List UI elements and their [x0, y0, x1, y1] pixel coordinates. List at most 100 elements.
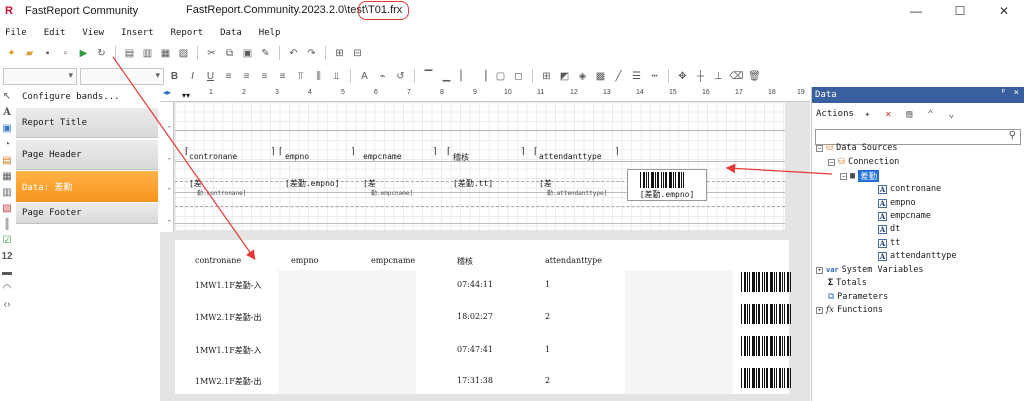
menu-file[interactable]: File	[5, 28, 27, 38]
tree-field[interactable]: A tt	[878, 238, 900, 248]
valign-middle-icon[interactable]: ⫼	[311, 69, 326, 84]
actions-menu[interactable]: Actions	[816, 109, 854, 119]
border-left-icon[interactable]: ▏	[457, 69, 472, 84]
tree-field[interactable]: A empcname	[878, 211, 931, 221]
tree-totals[interactable]: Σ Totals	[828, 278, 867, 288]
collapse-icon[interactable]: −	[828, 158, 835, 166]
menu-edit[interactable]: Edit	[44, 28, 66, 38]
format-painter-icon[interactable]: ✎	[258, 46, 273, 61]
code-object-icon[interactable]: ‹›	[1, 298, 14, 311]
open-icon[interactable]: ▰	[22, 46, 37, 61]
band-page-header[interactable]: Page Header	[16, 140, 158, 170]
text-object-icon[interactable]: A	[1, 106, 14, 119]
align-left-icon[interactable]: ≡	[221, 69, 236, 84]
menu-view[interactable]: View	[82, 28, 104, 38]
line-style-icon[interactable]: ┅	[647, 69, 662, 84]
move-icon[interactable]: ✥	[675, 69, 690, 84]
maximize-button[interactable]: ☐	[952, 3, 968, 19]
menu-insert[interactable]: Insert	[121, 28, 154, 38]
border-all-icon[interactable]: ▢	[493, 69, 508, 84]
redo-icon[interactable]: ↷	[304, 46, 319, 61]
subreport-object-icon[interactable]: ▤	[1, 154, 14, 167]
ungroup-icon[interactable]: ⊟	[350, 46, 365, 61]
delete-page-icon[interactable]: ▦	[158, 46, 173, 61]
style-combo[interactable]	[3, 67, 77, 85]
font-color-icon[interactable]: A	[357, 69, 372, 84]
tree-system-variables[interactable]: + var System Variables	[816, 265, 924, 275]
tree-functions[interactable]: + fx Functions	[816, 305, 883, 315]
numeric-object-icon[interactable]: 12	[1, 250, 14, 263]
delete-icon[interactable]: 🗑	[747, 69, 762, 84]
tree-field[interactable]: A dt	[878, 224, 900, 234]
tree-data-sources[interactable]: − ⛁ Data Sources	[816, 143, 898, 153]
header-empcname[interactable]: empcname	[363, 152, 402, 161]
shape-object-icon[interactable]: ◔	[1, 138, 14, 151]
fill-color-icon[interactable]: ◈	[575, 69, 590, 84]
configure-bands-button[interactable]: Configure bands...	[16, 88, 158, 106]
tree-field[interactable]: A contronane	[878, 184, 941, 194]
minimize-button[interactable]: —	[908, 3, 924, 19]
font-combo[interactable]	[80, 67, 164, 85]
group-icon[interactable]: ⊞	[332, 46, 347, 61]
paste-icon[interactable]: ▣	[240, 46, 255, 61]
new-report-icon[interactable]: ✦	[4, 46, 19, 61]
border-top-icon[interactable]: ▔	[421, 69, 436, 84]
picture-object-icon[interactable]: ▣	[1, 122, 14, 135]
header-empno[interactable]: empno	[285, 152, 309, 161]
barcode-object[interactable]: [差勤.empno]	[627, 169, 707, 201]
pointer-icon[interactable]: ↖	[1, 90, 14, 103]
menu-report[interactable]: Report	[171, 28, 204, 38]
tree-connection[interactable]: − ⛁ Connection	[828, 157, 899, 167]
new-datasource-icon[interactable]: ✦	[860, 107, 875, 122]
pattern-icon[interactable]: ▩	[593, 69, 608, 84]
new-page-icon[interactable]: ▤	[122, 46, 137, 61]
tree-parameters[interactable]: ⧉ Parameters	[828, 292, 888, 302]
header-contronane[interactable]: contronane	[189, 152, 237, 161]
barcode-object-icon[interactable]: ║	[1, 218, 14, 231]
refresh-icon[interactable]: ↻	[94, 46, 109, 61]
collapse-icon[interactable]: −	[840, 172, 847, 180]
border-bottom-icon[interactable]: ▁	[439, 69, 454, 84]
pin-icon[interactable]: ᵖ	[1001, 88, 1006, 98]
copy-page-icon[interactable]: ▥	[140, 46, 155, 61]
justify-icon[interactable]: ≡	[275, 69, 290, 84]
underline-icon[interactable]: U	[203, 69, 218, 84]
gauge-object-icon[interactable]: ◠	[1, 282, 14, 295]
save-icon[interactable]: ▪	[40, 46, 55, 61]
table-object-icon[interactable]: ▦	[1, 170, 14, 183]
expand-icon[interactable]: +	[816, 266, 823, 274]
band-data[interactable]: Data: 差勤	[16, 171, 158, 202]
header-attendanttype[interactable]: attendanttype	[539, 152, 602, 161]
tree-field[interactable]: A empno	[878, 198, 916, 208]
field-tt[interactable]: [差勤.tt]	[453, 178, 493, 189]
valign-top-icon[interactable]: ⫪	[293, 69, 308, 84]
align-grid-icon[interactable]: ⊥	[711, 69, 726, 84]
highlight-icon[interactable]: ⌁	[375, 69, 390, 84]
band-page-footer[interactable]: Page Footer	[16, 203, 158, 224]
tree-table[interactable]: − ▦ 差勤	[840, 170, 880, 182]
tree-field[interactable]: A attendanttype	[878, 251, 957, 261]
report-page[interactable]: contronane empno empcname 稽核 attendantty…	[175, 102, 785, 230]
rotate-icon[interactable]: ↺	[393, 69, 408, 84]
save-all-icon[interactable]: ▫	[58, 46, 73, 61]
page-setup-icon[interactable]: ▧	[176, 46, 191, 61]
align-right-icon[interactable]: ≡	[257, 69, 272, 84]
collapse-icon[interactable]: −	[816, 144, 823, 152]
chart-object-icon[interactable]: ▧	[1, 202, 14, 215]
shadow-icon[interactable]: ◩	[557, 69, 572, 84]
delete-icon[interactable]: ✕	[881, 107, 896, 122]
band-report-title[interactable]: Report Title	[16, 108, 158, 138]
clear-icon[interactable]: ⌫	[729, 69, 744, 84]
copy-icon[interactable]: ⧉	[222, 46, 237, 61]
cross-band-icon[interactable]: ▬	[1, 266, 14, 279]
menu-help[interactable]: Help	[259, 28, 281, 38]
frame-icon[interactable]: ⊞	[539, 69, 554, 84]
expand-icon[interactable]: +	[816, 306, 823, 314]
border-right-icon[interactable]: ▕	[475, 69, 490, 84]
close-panel-icon[interactable]: ×	[1014, 88, 1019, 98]
move-down-icon[interactable]: ⌄	[944, 107, 959, 122]
cut-icon[interactable]: ✂	[204, 46, 219, 61]
grid-icon[interactable]: ┼	[693, 69, 708, 84]
line-color-icon[interactable]: ╱	[611, 69, 626, 84]
valign-bottom-icon[interactable]: ⫫	[329, 69, 344, 84]
